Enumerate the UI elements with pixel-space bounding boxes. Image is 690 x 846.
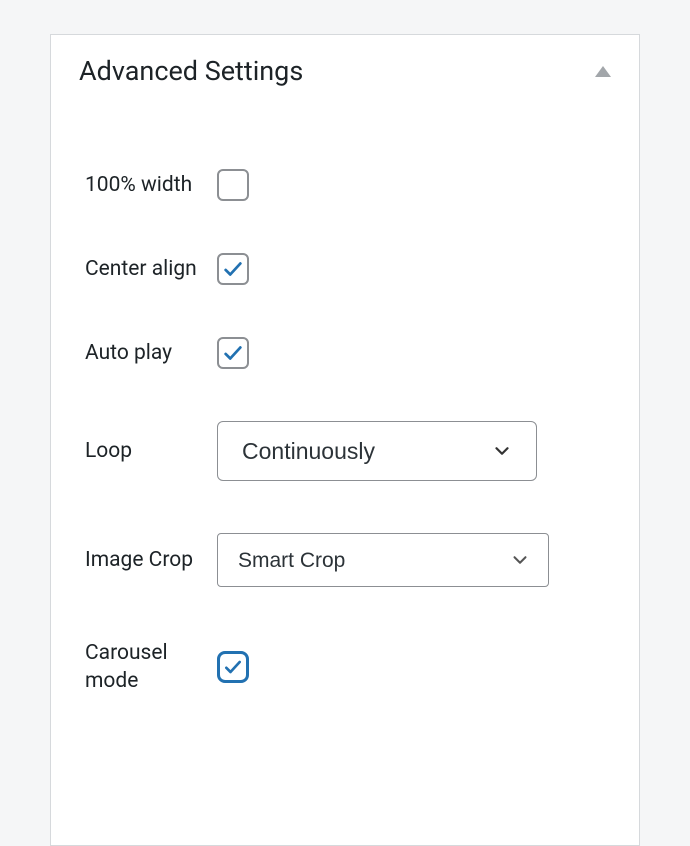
advanced-settings-panel: Advanced Settings 100% width Center alig… [50, 34, 640, 846]
checkbox-center-align[interactable] [217, 253, 249, 285]
select-image-crop[interactable]: Smart Crop [217, 533, 549, 587]
label-center-align: Center align [85, 255, 217, 283]
setting-row-full-width: 100% width [85, 169, 611, 201]
setting-row-carousel-mode: Carousel mode [85, 639, 611, 696]
panel-header[interactable]: Advanced Settings [51, 35, 639, 125]
label-carousel-mode: Carousel mode [85, 639, 217, 696]
setting-row-image-crop: Image Crop Smart Crop [85, 533, 611, 587]
label-full-width: 100% width [85, 171, 217, 199]
select-loop[interactable]: Continuously [217, 421, 537, 481]
check-icon [222, 342, 244, 364]
checkbox-carousel-mode[interactable] [217, 651, 249, 683]
check-icon [222, 258, 244, 280]
setting-row-loop: Loop Continuously [85, 421, 611, 481]
label-loop: Loop [85, 437, 217, 465]
label-auto-play: Auto play [85, 339, 217, 367]
checkbox-full-width[interactable] [217, 169, 249, 201]
label-image-crop: Image Crop [85, 546, 217, 574]
checkbox-auto-play[interactable] [217, 337, 249, 369]
panel-title: Advanced Settings [79, 55, 303, 87]
setting-row-auto-play: Auto play [85, 337, 611, 369]
check-icon [223, 657, 243, 677]
collapse-up-icon [595, 66, 611, 77]
setting-row-center-align: Center align [85, 253, 611, 285]
panel-body: 100% width Center align Auto play Loop C… [51, 169, 639, 726]
